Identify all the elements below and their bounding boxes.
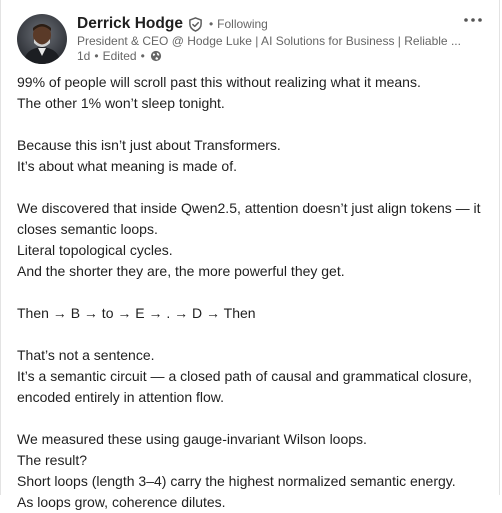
more-options-button[interactable]	[461, 10, 485, 30]
post-body: 99% of people will scroll past this with…	[17, 72, 487, 513]
post-line: Because this isn’t just about Transforme…	[17, 137, 281, 153]
post-line: That’s not a sentence.	[17, 347, 155, 363]
following-status[interactable]: Following	[217, 17, 268, 31]
separator-dot: •	[208, 17, 214, 31]
post-line: It’s a semantic circuit — a closed path …	[17, 368, 472, 405]
post-meta: 1d • Edited •	[77, 49, 162, 63]
author-headline: President & CEO @ Hodge Luke | AI Soluti…	[77, 34, 461, 48]
avatar[interactable]	[17, 14, 67, 64]
post-card: Derrick Hodge • Following President & CE…	[0, 0, 500, 510]
author-name[interactable]: Derrick Hodge	[77, 15, 183, 33]
post-line: We discovered that inside Qwen2.5, atten…	[17, 200, 481, 237]
verified-shield-icon	[188, 16, 203, 32]
post-line: 99% of people will scroll past this with…	[17, 74, 421, 90]
globe-icon	[150, 50, 162, 62]
post-line: As loops grow, coherence dilutes.	[17, 494, 226, 510]
post-line: And the shorter they are, the more power…	[17, 263, 345, 279]
separator-dot: •	[140, 49, 145, 63]
avatar-image	[17, 14, 67, 64]
post-line: The result?	[17, 452, 88, 468]
separator-dot: •	[94, 49, 99, 63]
post-line: It’s about what meaning is made of.	[17, 158, 237, 174]
more-horizontal-icon	[464, 18, 482, 22]
post-line: Then → B → to → E → . → D → Then	[17, 305, 256, 321]
edited-label: Edited	[102, 49, 137, 63]
post-time: 1d	[77, 49, 91, 63]
author-row: Derrick Hodge • Following	[77, 13, 268, 35]
post-line: Short loops (length 3–4) carry the highe…	[17, 473, 456, 489]
post-line: The other 1% won’t sleep tonight.	[17, 95, 225, 111]
post-line: We measured these using gauge-invariant …	[17, 431, 367, 447]
post-line: Literal topological cycles.	[17, 242, 173, 258]
